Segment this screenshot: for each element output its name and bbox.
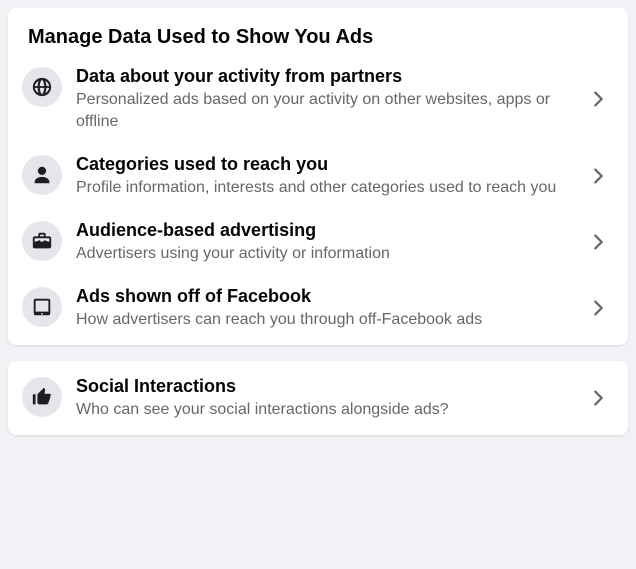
row-text: Categories used to reach you Profile inf…	[76, 153, 580, 199]
globe-icon	[22, 67, 62, 107]
row-title: Social Interactions	[76, 375, 580, 398]
briefcase-icon	[22, 221, 62, 261]
row-categories[interactable]: Categories used to reach you Profile inf…	[8, 143, 628, 209]
row-text: Social Interactions Who can see your soc…	[76, 375, 580, 421]
row-title: Audience-based advertising	[76, 219, 580, 242]
row-subtitle: How advertisers can reach you through of…	[76, 309, 580, 331]
row-data-partners[interactable]: Data about your activity from partners P…	[8, 55, 628, 143]
row-text: Ads shown off of Facebook How advertiser…	[76, 285, 580, 331]
row-subtitle: Who can see your social interactions alo…	[76, 399, 580, 421]
row-ads-off-facebook[interactable]: Ads shown off of Facebook How advertiser…	[8, 275, 628, 341]
row-text: Audience-based advertising Advertisers u…	[76, 219, 580, 265]
row-title: Ads shown off of Facebook	[76, 285, 580, 308]
chevron-right-icon	[580, 231, 616, 253]
manage-data-card: Manage Data Used to Show You Ads Data ab…	[8, 8, 628, 345]
tablet-icon	[22, 287, 62, 327]
row-audience[interactable]: Audience-based advertising Advertisers u…	[8, 209, 628, 275]
social-interactions-card: Social Interactions Who can see your soc…	[8, 361, 628, 435]
row-social-interactions[interactable]: Social Interactions Who can see your soc…	[8, 365, 628, 431]
row-title: Data about your activity from partners	[76, 65, 580, 88]
row-subtitle: Profile information, interests and other…	[76, 177, 580, 199]
section-header: Manage Data Used to Show You Ads	[8, 16, 628, 55]
chevron-right-icon	[580, 88, 616, 110]
chevron-right-icon	[580, 387, 616, 409]
row-subtitle: Personalized ads based on your activity …	[76, 89, 580, 132]
chevron-right-icon	[580, 297, 616, 319]
thumbs-up-icon	[22, 377, 62, 417]
chevron-right-icon	[580, 165, 616, 187]
row-text: Data about your activity from partners P…	[76, 65, 580, 133]
row-subtitle: Advertisers using your activity or infor…	[76, 243, 580, 265]
row-title: Categories used to reach you	[76, 153, 580, 176]
user-icon	[22, 155, 62, 195]
